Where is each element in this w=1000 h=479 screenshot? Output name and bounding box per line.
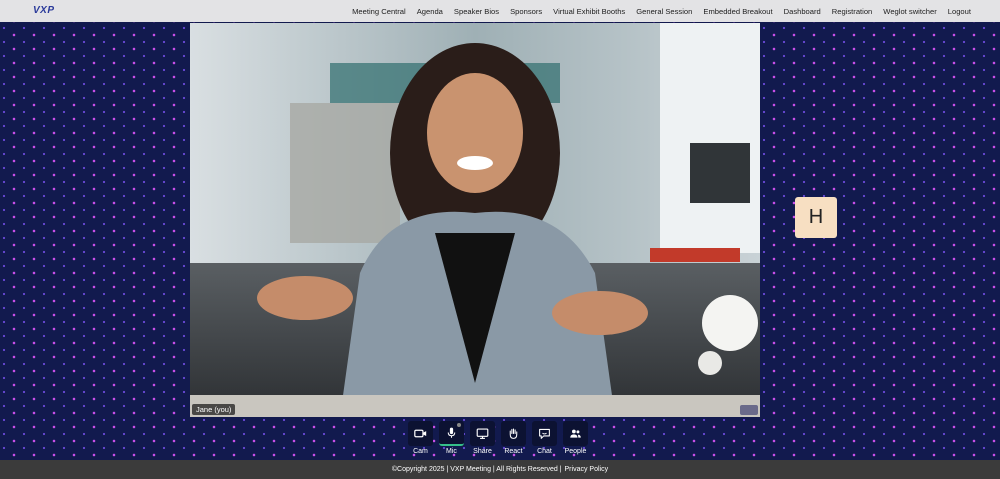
nav-general-session[interactable]: General Session <box>636 7 692 16</box>
microphone-icon <box>439 421 464 446</box>
nav-agenda[interactable]: Agenda <box>417 7 443 16</box>
nav-logout[interactable]: Logout <box>948 7 971 16</box>
screen-share-icon <box>470 421 495 446</box>
nav-weglot-switcher[interactable]: Weglot switcher <box>883 7 936 16</box>
share-label: Share <box>473 448 492 455</box>
meeting-controls: Cam Mic Share React Chat People <box>407 421 589 459</box>
self-video-feed[interactable]: Jane (you) <box>190 23 760 417</box>
copyright-text: ©Copyright 2025 | VXP Meeting | All Righ… <box>391 466 562 473</box>
nav-speaker-bios[interactable]: Speaker Bios <box>454 7 499 16</box>
nav-sponsors[interactable]: Sponsors <box>510 7 542 16</box>
top-nav-bar: VXP Meeting Central Agenda Speaker Bios … <box>0 0 1000 22</box>
nav-virtual-exhibit-booths[interactable]: Virtual Exhibit Booths <box>553 7 625 16</box>
nav-meeting-central[interactable]: Meeting Central <box>352 7 406 16</box>
participant-tile[interactable]: H <box>795 197 837 238</box>
nav-dashboard[interactable]: Dashboard <box>784 7 821 16</box>
mic-label: Mic <box>446 448 457 455</box>
cam-label: Cam <box>413 448 428 455</box>
page-footer: ©Copyright 2025 | VXP Meeting | All Righ… <box>0 460 1000 479</box>
vxp-logo[interactable]: VXP <box>33 5 55 16</box>
nav-embedded-breakout[interactable]: Embedded Breakout <box>703 7 772 16</box>
react-button[interactable]: React <box>500 421 527 459</box>
cam-button[interactable]: Cam <box>407 421 434 459</box>
main-nav: Meeting Central Agenda Speaker Bios Spon… <box>341 0 971 22</box>
share-button[interactable]: Share <box>469 421 496 459</box>
chat-label: Chat <box>537 448 552 455</box>
nav-registration[interactable]: Registration <box>832 7 873 16</box>
people-button[interactable]: People <box>562 421 589 459</box>
privacy-policy-link[interactable]: Privacy Policy <box>565 466 609 473</box>
people-icon <box>563 421 588 446</box>
people-label: People <box>564 448 587 455</box>
mic-button[interactable]: Mic <box>438 421 465 459</box>
chat-icon <box>532 421 557 446</box>
pin-icon[interactable] <box>740 405 758 415</box>
chat-button[interactable]: Chat <box>531 421 558 459</box>
participant-initial: H <box>808 206 824 228</box>
mic-indicator-icon <box>457 423 461 427</box>
react-label: React <box>504 448 523 455</box>
camera-icon <box>408 421 433 446</box>
hand-icon <box>501 421 526 446</box>
video-frame-image <box>190 23 760 417</box>
self-name-tag: Jane (you) <box>192 404 236 415</box>
